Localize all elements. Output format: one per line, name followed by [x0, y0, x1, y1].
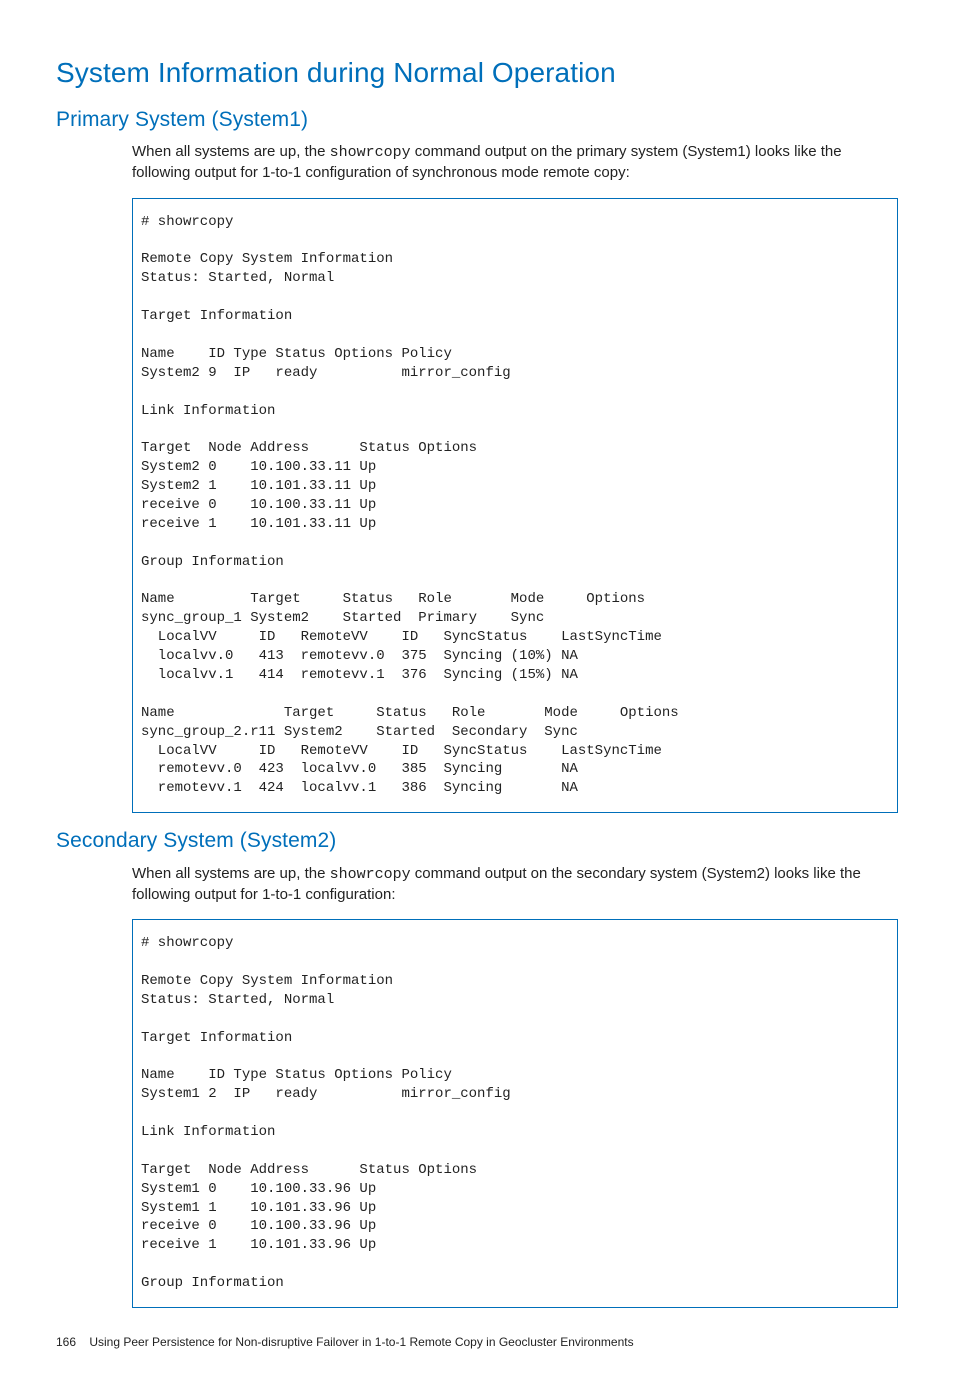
code-block-primary: # showrcopy Remote Copy System Informati…	[132, 198, 898, 814]
section1-para-cmd: showrcopy	[330, 144, 411, 161]
section1-para-part1: When all systems are up, the	[132, 143, 330, 160]
section2-para-part1: When all systems are up, the	[132, 865, 330, 882]
page-footer: 166 Using Peer Persistence for Non-disru…	[56, 1334, 898, 1350]
page-title: System Information during Normal Operati…	[56, 54, 898, 92]
section1-paragraph: When all systems are up, the showrcopy c…	[132, 142, 898, 184]
code-block-secondary: # showrcopy Remote Copy System Informati…	[132, 919, 898, 1308]
footer-text: Using Peer Persistence for Non-disruptiv…	[89, 1335, 633, 1349]
section2-para-cmd: showrcopy	[330, 866, 411, 883]
page-number: 166	[56, 1334, 86, 1350]
section-heading-primary: Primary System (System1)	[56, 106, 898, 134]
section-heading-secondary: Secondary System (System2)	[56, 827, 898, 855]
section2-paragraph: When all systems are up, the showrcopy c…	[132, 864, 898, 906]
